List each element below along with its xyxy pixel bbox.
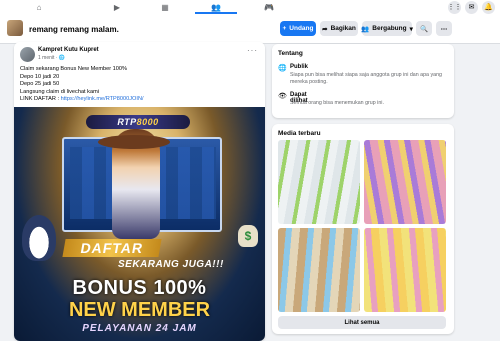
search-button[interactable]: 🔍 [416, 21, 432, 36]
menu-button[interactable]: ⋮⋮ [447, 0, 462, 14]
post-options-icon[interactable]: ··· [247, 46, 258, 55]
share-label: Bagikan [330, 25, 356, 32]
messenger-button[interactable]: ✉ [465, 0, 478, 14]
post-image[interactable]: RTP 8000 $ DAFTAR SEKARANG JUGA!!! BONUS … [14, 107, 265, 341]
penguin-graphic [22, 215, 56, 261]
gaming-icon: 🎮 [264, 2, 274, 12]
recent-media-card: Media terbaru Lihat semua [272, 124, 454, 334]
group-thumbnail[interactable] [7, 20, 23, 36]
banner-daftar: DAFTAR [62, 239, 162, 257]
globe-icon: 🌐 [58, 55, 66, 61]
banner-member: NEW MEMBER [68, 299, 211, 321]
globe-icon: 🌐 [278, 65, 287, 72]
post-line: Depo 10 jadi 20 [20, 73, 60, 80]
post-line: Depo 25 jadi 50 [20, 81, 60, 88]
video-icon: ▶ [113, 2, 121, 12]
chevron-down-icon: ▾ [409, 25, 413, 33]
media-thumbnail[interactable] [364, 228, 446, 312]
top-navigation: ⌂ ▶ ▦ 👥 🎮 ⋮⋮ ✉ 🔔 [0, 0, 500, 14]
group-name[interactable]: remang remang malam. [29, 25, 119, 34]
eye-icon: 👁 [278, 93, 287, 100]
about-title: Tentang [278, 50, 303, 57]
banner-hat-graphic [98, 135, 170, 149]
post-link[interactable]: https://heylink.me/RTP8000JOIN/ [61, 96, 144, 102]
public-title: Publik [290, 64, 309, 70]
media-title: Media terbaru [278, 130, 321, 137]
invite-button[interactable]: + Undang [280, 21, 316, 36]
joined-button[interactable]: 👥 Bergabung ▾ [361, 21, 413, 36]
group-header: remang remang malam. + Undang ➦ Bagikan 👥 B… [0, 14, 500, 44]
logo-number: 8000 [136, 117, 159, 127]
post-time[interactable]: 1 menit · 🌐 [38, 55, 65, 61]
groups-icon: 👥 [211, 2, 221, 12]
notifications-button[interactable]: 🔔 [482, 0, 495, 14]
post-line: Langsung claim di livechat kami [20, 88, 99, 95]
banner-sekarang: SEKARANG JUGA!!! [118, 259, 224, 270]
see-all-button[interactable]: Lihat semua [278, 316, 446, 329]
link-label: LINK DAFTAR : [20, 96, 60, 103]
media-thumbnail[interactable] [278, 140, 360, 224]
groups-tab[interactable]: 👥 [193, 0, 239, 14]
money-bag-icon: $ [238, 225, 258, 247]
notifications-icon: 🔔 [484, 4, 493, 11]
post-author[interactable]: Kampret Kutu Kupret [38, 47, 99, 53]
author-avatar[interactable] [20, 47, 35, 62]
post-line: Claim sekarang Bonus New Member 100% [20, 66, 127, 72]
joined-label: Bergabung [372, 25, 407, 32]
post-time-text: 1 menit [38, 55, 55, 61]
marketplace-tab[interactable]: ▦ [142, 0, 188, 14]
home-icon: ⌂ [36, 2, 42, 12]
share-button[interactable]: ➦ Bagikan [320, 21, 358, 36]
post-text: Claim sekarang Bonus New Member 100% Dep… [20, 66, 260, 104]
joined-icon: 👥 [361, 25, 370, 33]
invite-label: Undang [289, 25, 314, 32]
plus-icon: + [282, 25, 287, 32]
menu-grid-icon: ⋮⋮ [447, 4, 462, 11]
banner-pelayanan: PELAYANAN 24 JAM [82, 323, 197, 334]
search-icon: 🔍 [419, 25, 429, 33]
media-thumbnail[interactable] [364, 140, 446, 224]
about-card: Tentang 🌐 Publik Siapa pun bisa melihat … [272, 44, 454, 118]
more-icon: ⋯ [440, 25, 448, 33]
video-tab[interactable]: ▶ [94, 0, 140, 14]
media-thumbnail[interactable] [278, 228, 360, 312]
messenger-icon: ✉ [468, 4, 475, 11]
more-button[interactable]: ⋯ [436, 21, 452, 36]
gaming-tab[interactable]: 🎮 [246, 0, 292, 14]
visible-description: Semua orang bisa menemukan grup ini. [290, 100, 384, 106]
group-post: Kampret Kutu Kupret 1 menit · 🌐 ··· Clai… [14, 42, 265, 341]
marketplace-icon: ▦ [161, 2, 169, 12]
share-icon: ➦ [322, 25, 328, 33]
logo-prefix: RTP [117, 117, 137, 127]
home-tab[interactable]: ⌂ [16, 0, 62, 14]
banner-bonus: BONUS 100% [72, 277, 207, 299]
banner-logo: RTP 8000 [86, 115, 190, 129]
public-description: Siapa pun bisa melihat siapa saja anggot… [290, 72, 442, 85]
